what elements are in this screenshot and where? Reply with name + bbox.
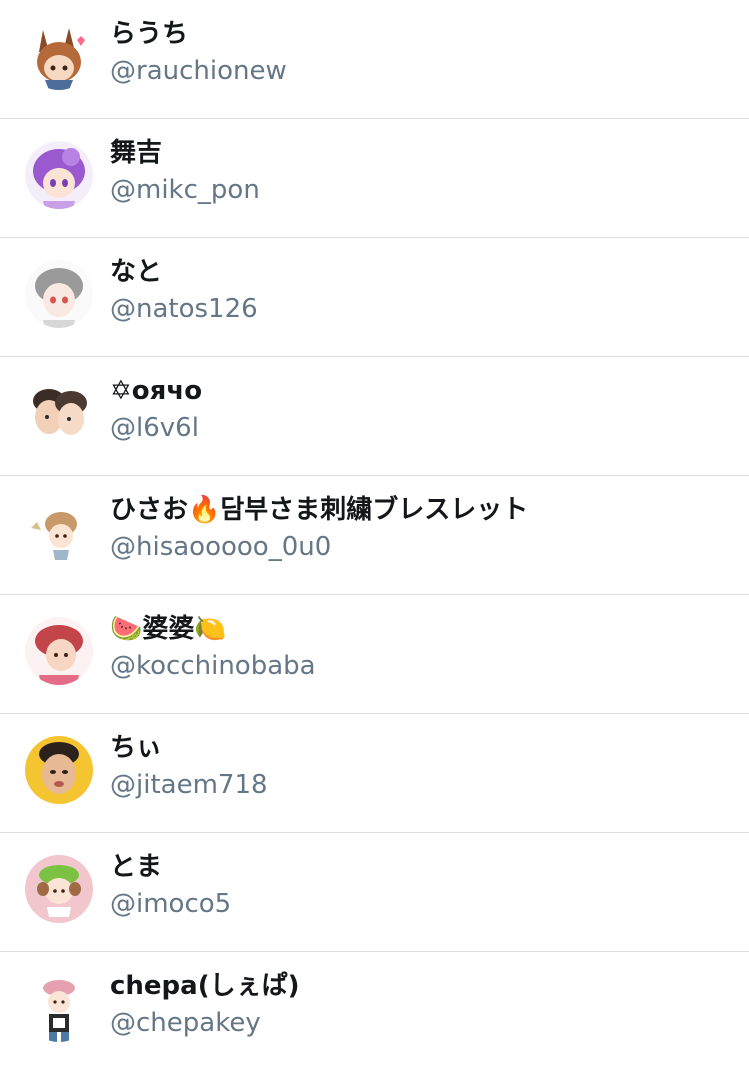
user-handle: @jitaem718 bbox=[110, 770, 268, 800]
user-avatar[interactable] bbox=[25, 974, 93, 1042]
display-name: 🍉婆婆🍋 bbox=[110, 614, 227, 644]
user-handle: @chepakey bbox=[110, 1008, 261, 1038]
user-row[interactable]: 舞吉 @mikc_pon bbox=[0, 119, 749, 238]
user-avatar[interactable] bbox=[25, 260, 93, 328]
display-name: ひさお🔥담부さま刺繍ブレスレット bbox=[110, 495, 529, 525]
user-row[interactable]: ひさお🔥담부さま刺繍ブレスレット @hisaooooo_0u0 bbox=[0, 476, 749, 595]
display-name: chepa(しぇぱ) bbox=[110, 971, 300, 1001]
user-avatar[interactable] bbox=[25, 736, 93, 804]
user-row[interactable]: らうち @rauchionew bbox=[0, 0, 749, 119]
user-row[interactable]: 🍉婆婆🍋 @kocchinobaba bbox=[0, 595, 749, 714]
user-avatar[interactable] bbox=[25, 617, 93, 685]
user-handle: @rauchionew bbox=[110, 56, 287, 86]
user-handle: @hisaooooo_0u0 bbox=[110, 532, 332, 562]
user-avatar[interactable] bbox=[25, 855, 93, 923]
display-name: 舞吉 bbox=[110, 138, 163, 168]
user-handle: @imoco5 bbox=[110, 889, 232, 919]
user-row[interactable]: ちぃ @jitaem718 bbox=[0, 714, 749, 833]
user-row[interactable]: とま @imoco5 bbox=[0, 833, 749, 952]
user-avatar[interactable] bbox=[25, 141, 93, 209]
user-handle: @l6v6l bbox=[110, 413, 199, 443]
user-avatar[interactable] bbox=[25, 379, 93, 447]
display-name: とま bbox=[110, 852, 163, 882]
display-name: ちぃ bbox=[110, 733, 163, 763]
user-avatar[interactable] bbox=[25, 498, 93, 566]
user-handle: @kocchinobaba bbox=[110, 651, 316, 681]
display-name: ✡︎оячо bbox=[110, 376, 203, 406]
user-row[interactable]: chepa(しぇぱ) @chepakey bbox=[0, 952, 749, 1071]
user-row[interactable]: ✡︎оячо @l6v6l bbox=[0, 357, 749, 476]
user-list: らうち @rauchionew 舞吉 @mikc_pon なと @natos12… bbox=[0, 0, 749, 1071]
user-handle: @mikc_pon bbox=[110, 175, 260, 205]
user-handle: @natos126 bbox=[110, 294, 258, 324]
user-avatar[interactable] bbox=[25, 22, 93, 90]
display-name: らうち bbox=[110, 19, 189, 49]
display-name: なと bbox=[110, 257, 163, 287]
user-row[interactable]: なと @natos126 bbox=[0, 238, 749, 357]
